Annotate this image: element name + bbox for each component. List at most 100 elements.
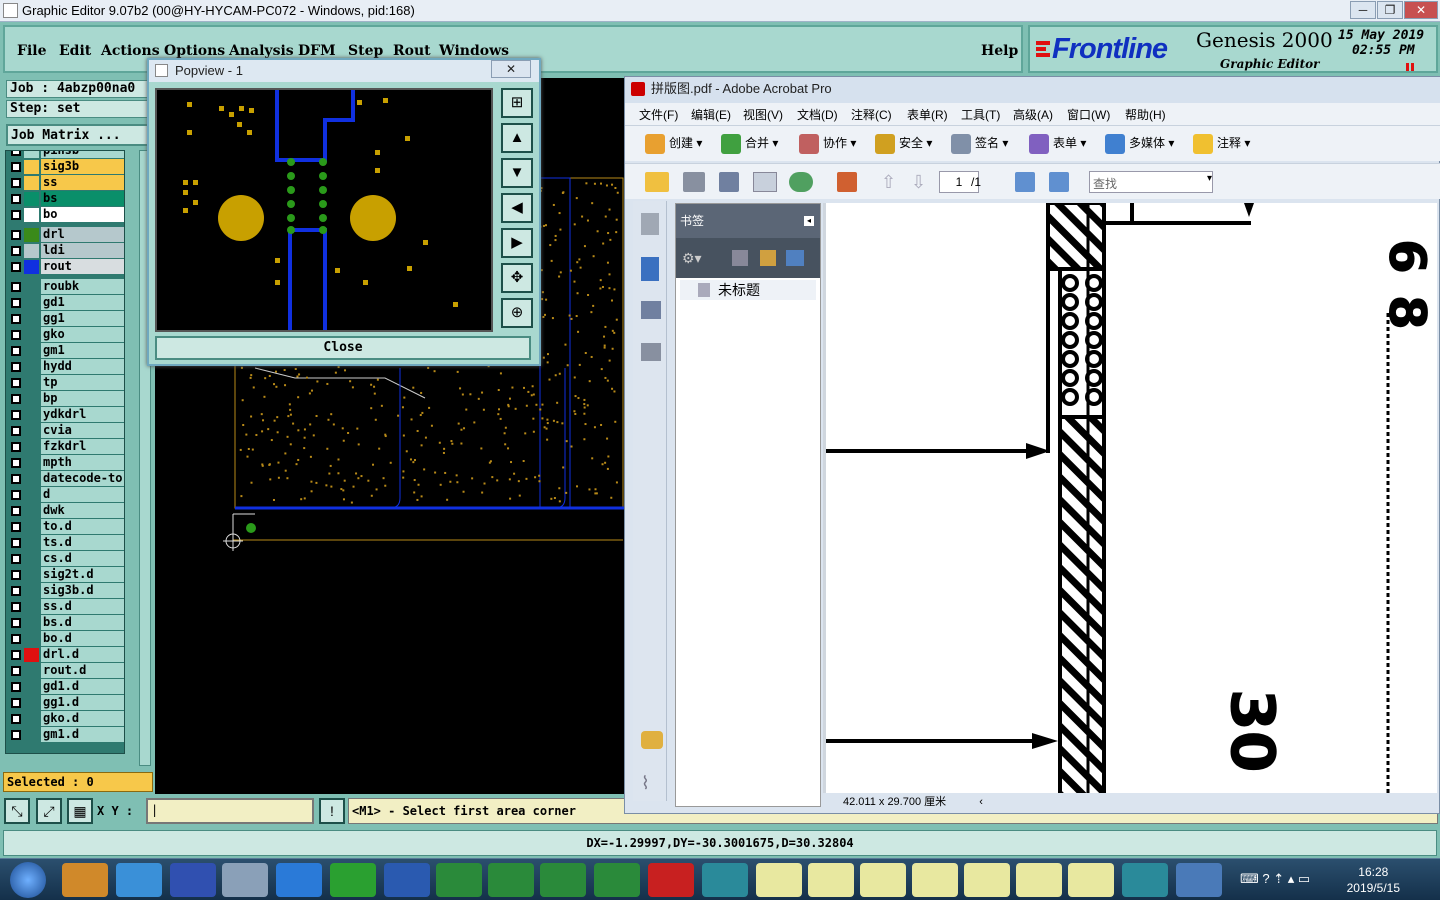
layer-name[interactable]: ss.d xyxy=(41,599,124,614)
layer-checkbox[interactable] xyxy=(11,194,21,204)
layer-name[interactable]: rout.d xyxy=(41,663,124,678)
acro-menu-tools[interactable]: 工具(T) xyxy=(961,106,1000,123)
layer-name[interactable]: d xyxy=(41,487,124,502)
layer-checkbox[interactable] xyxy=(11,586,21,596)
layer-checkbox[interactable] xyxy=(11,178,21,188)
acro-menu-edit[interactable]: 编辑(E) xyxy=(691,106,731,123)
options-gear-icon[interactable]: ⚙▾ xyxy=(682,250,704,266)
taskbar-app-genesis7-icon[interactable] xyxy=(1068,863,1114,897)
layer-row[interactable]: roubk xyxy=(6,279,124,295)
upload-icon[interactable] xyxy=(789,172,813,192)
taskbar-app-genesis4-icon[interactable] xyxy=(912,863,958,897)
layer-checkbox[interactable] xyxy=(11,650,21,660)
save-icon[interactable] xyxy=(719,172,739,192)
layer-row[interactable]: sig3b xyxy=(6,159,124,175)
layer-checkbox[interactable] xyxy=(11,506,21,516)
taskbar-app-scanner-icon[interactable] xyxy=(222,863,268,897)
layer-name[interactable]: drl xyxy=(41,227,124,242)
layer-row[interactable]: datecode-to xyxy=(6,471,124,487)
layer-row[interactable]: mpth xyxy=(6,455,124,471)
layer-name[interactable]: ldi xyxy=(41,243,124,258)
layer-name[interactable]: pinsb xyxy=(41,151,124,158)
layer-name[interactable]: bs xyxy=(41,191,124,206)
alert-icon[interactable]: ! xyxy=(319,798,345,824)
layer-checkbox[interactable] xyxy=(11,151,21,156)
taskbar-app-excel3-icon[interactable] xyxy=(540,863,586,897)
layer-checkbox[interactable] xyxy=(11,474,21,484)
layer-name[interactable]: roubk xyxy=(41,279,124,294)
multimedia-button[interactable]: 多媒体 ▾ xyxy=(1105,134,1174,154)
layer-name[interactable]: gd1 xyxy=(41,295,124,310)
close-button[interactable]: ✕ xyxy=(1404,1,1438,19)
layer-name[interactable]: gko xyxy=(41,327,124,342)
layer-row[interactable]: gd1.d xyxy=(6,679,124,695)
layer-checkbox[interactable] xyxy=(11,490,21,500)
layer-row[interactable]: drl.d xyxy=(6,647,124,663)
layer-row[interactable]: bs xyxy=(6,191,124,207)
layer-name[interactable]: sig3b.d xyxy=(41,583,124,598)
job-matrix-button[interactable]: Job Matrix ... xyxy=(6,124,153,146)
taskbar-clock[interactable]: 16:28 2019/5/15 xyxy=(1347,864,1400,896)
layer-row[interactable]: ss xyxy=(6,175,124,191)
layer-row[interactable]: bo xyxy=(6,207,124,223)
layer-row[interactable]: gg1 xyxy=(6,311,124,327)
layer-row[interactable]: d xyxy=(6,487,124,503)
pop-pan-down-icon[interactable]: ▼ xyxy=(501,158,533,188)
popview-close-button[interactable]: Close xyxy=(155,336,531,360)
layer-row[interactable]: gko.d xyxy=(6,711,124,727)
acro-menu-view[interactable]: 视图(V) xyxy=(743,106,783,123)
layer-row[interactable]: ss.d xyxy=(6,599,124,615)
layer-checkbox[interactable] xyxy=(11,282,21,292)
menu-edit[interactable]: Edit xyxy=(59,43,91,59)
taskbar-app-eye-icon[interactable] xyxy=(702,863,748,897)
taskbar-app-genesis1-icon[interactable] xyxy=(756,863,802,897)
pop-pan-left-icon[interactable]: ◀ xyxy=(501,193,533,223)
taskbar-app-excel1-icon[interactable] xyxy=(436,863,482,897)
popview-close-x-button[interactable]: ✕ xyxy=(491,60,531,78)
layer-checkbox[interactable] xyxy=(11,210,21,220)
layer-row[interactable]: dwk xyxy=(6,503,124,519)
menu-actions[interactable]: Actions xyxy=(101,43,160,59)
prev-page-icon[interactable]: ⇧ xyxy=(881,172,896,193)
layer-checkbox[interactable] xyxy=(11,714,21,724)
layer-name[interactable]: gg1.d xyxy=(41,695,124,710)
layer-checkbox[interactable] xyxy=(11,522,21,532)
layer-row[interactable]: sig2t.d xyxy=(6,567,124,583)
layer-row[interactable]: tp xyxy=(6,375,124,391)
menu-analysis[interactable]: Analysis xyxy=(229,43,294,59)
layer-row[interactable]: bs.d xyxy=(6,615,124,631)
layer-row[interactable]: drl xyxy=(6,227,124,243)
print-icon[interactable] xyxy=(683,172,705,192)
taskbar-app-excel4-icon[interactable] xyxy=(594,863,640,897)
layer-name[interactable]: bo xyxy=(41,207,124,222)
xy-input[interactable]: | xyxy=(146,798,314,824)
menu-step[interactable]: Step xyxy=(348,43,383,59)
layer-checkbox[interactable] xyxy=(11,618,21,628)
layer-checkbox[interactable] xyxy=(11,682,21,692)
layer-checkbox[interactable] xyxy=(11,314,21,324)
next-page-icon[interactable]: ⇩ xyxy=(911,172,926,193)
taskbar-app-shell-icon[interactable] xyxy=(62,863,108,897)
taskbar-app-frontline-icon[interactable] xyxy=(330,863,376,897)
layer-name[interactable]: bo.d xyxy=(41,631,124,646)
comment-button[interactable]: 注释 ▾ xyxy=(1193,134,1250,154)
layer-checkbox[interactable] xyxy=(11,246,21,256)
layer-row[interactable]: ydkdrl xyxy=(6,407,124,423)
layer-name[interactable]: to.d xyxy=(41,519,124,534)
layer-name[interactable]: mpth xyxy=(41,455,124,470)
pop-pan-up-icon[interactable]: ▲ xyxy=(501,123,533,153)
acro-menu-window[interactable]: 窗口(W) xyxy=(1067,106,1110,123)
layer-row[interactable]: bo.d xyxy=(6,631,124,647)
layer-checkbox[interactable] xyxy=(11,346,21,356)
layer-name[interactable]: dwk xyxy=(41,503,124,518)
document-view[interactable]: 6 8 30 xyxy=(823,203,1437,795)
layer-checkbox[interactable] xyxy=(11,730,21,740)
taskbar-app-eye2-icon[interactable] xyxy=(1122,863,1168,897)
layer-name[interactable]: sig2t.d xyxy=(41,567,124,582)
layer-name[interactable]: hydd xyxy=(41,359,124,374)
layer-checkbox[interactable] xyxy=(11,410,21,420)
layer-checkbox[interactable] xyxy=(11,602,21,612)
layer-checkbox[interactable] xyxy=(11,570,21,580)
layer-name[interactable]: ts.d xyxy=(41,535,124,550)
bookmarks-icon[interactable] xyxy=(641,257,659,281)
